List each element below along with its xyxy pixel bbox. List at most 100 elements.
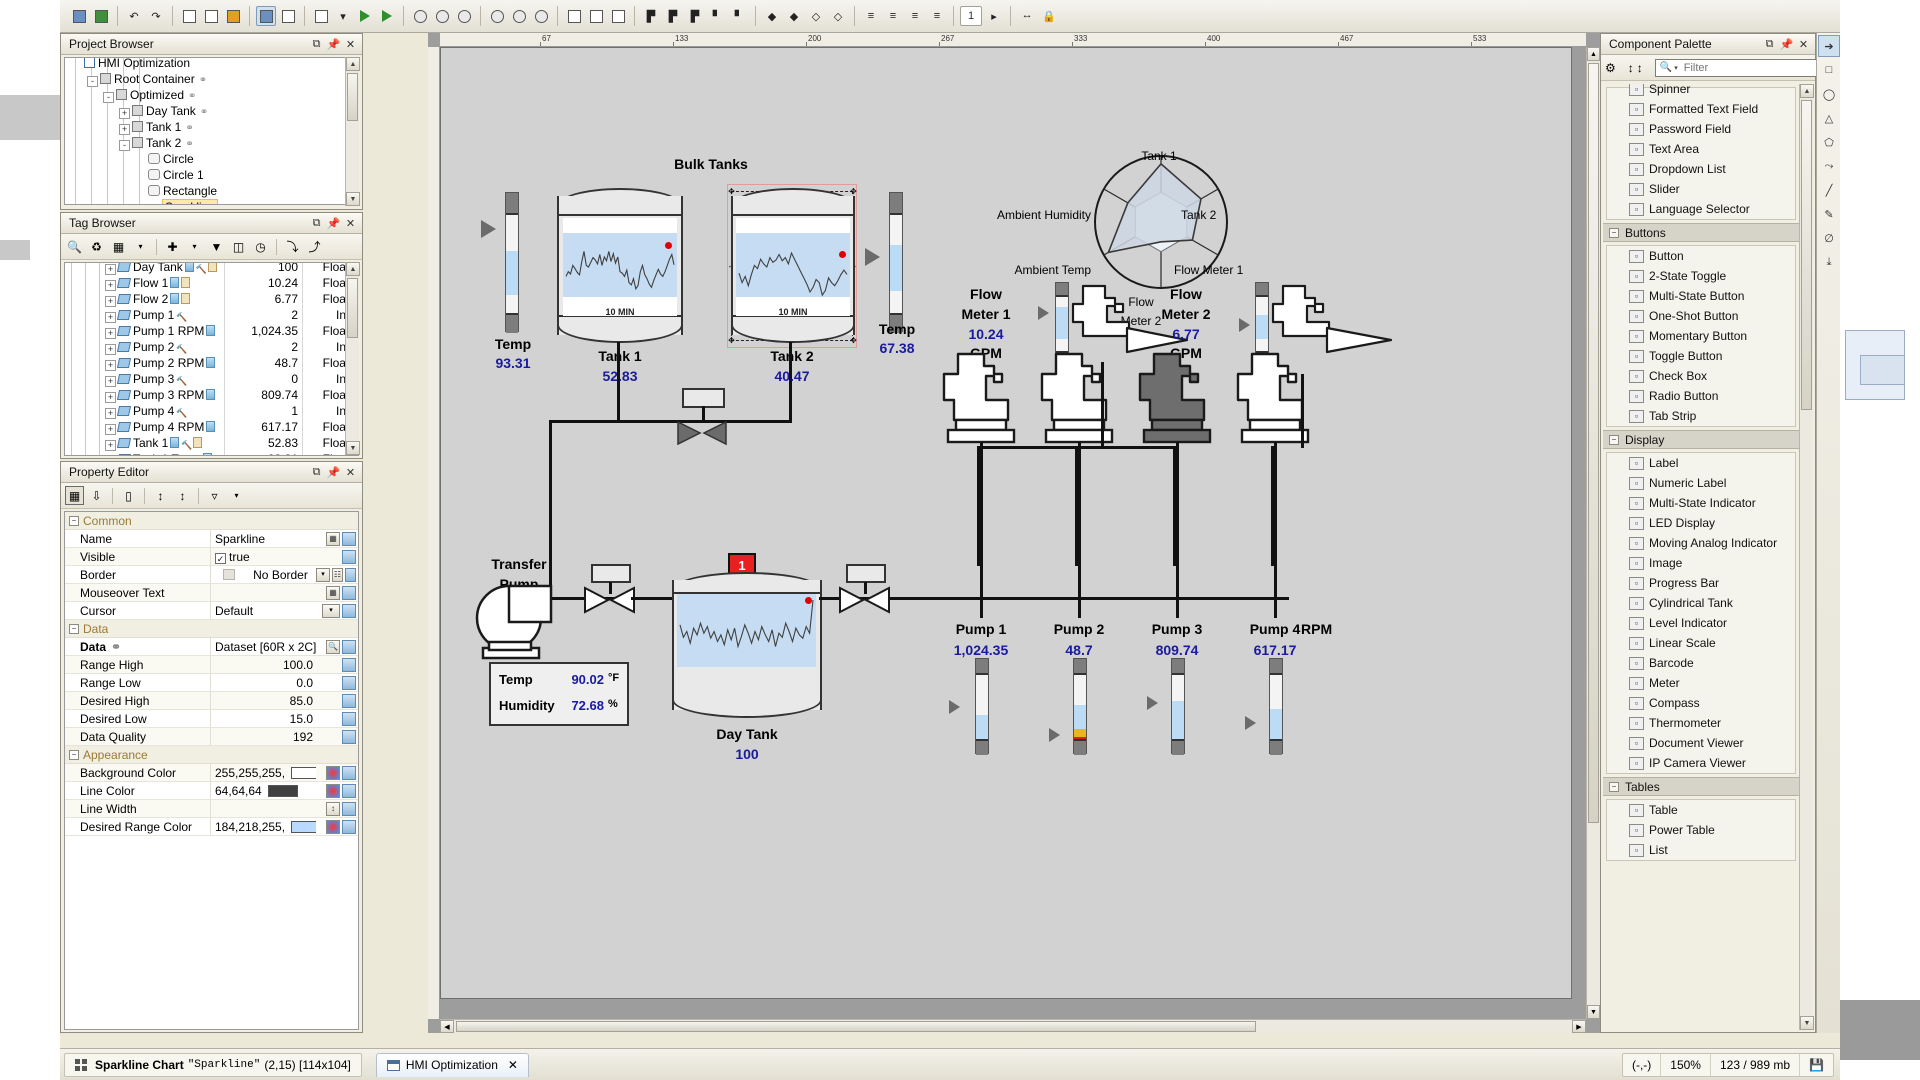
pipe-tool-icon[interactable]: ⤓ [1818,251,1840,273]
tree-expander[interactable]: + [119,124,130,135]
property-group-header[interactable]: − Data [65,620,358,638]
tag-expander[interactable]: + [105,312,116,323]
scroll-down-icon[interactable]: ▼ [1800,1016,1814,1030]
tag-row[interactable]: +Pump 4🔨1Int4 [65,403,358,419]
palette-item-text-area[interactable]: ▫ Text Area [1607,139,1795,159]
property-row[interactable]: Range High 100.0 [65,656,358,674]
tag-expander[interactable]: + [105,296,116,307]
tag-row[interactable]: +Pump 1🔨2Int4 [65,307,358,323]
tag-row[interactable]: +Pump 2🔨2Int4 [65,339,358,355]
tree-expander[interactable]: - [103,92,114,103]
collapse-all-icon[interactable]: ↕ [173,486,192,505]
tree-node[interactable]: - Tank 2 ⚭ [65,135,358,151]
fit-width-icon[interactable]: ↔ [1017,6,1037,26]
add-tag-icon[interactable]: ✚ [163,237,182,256]
tag-row[interactable]: + Tank 1 🔨 52.83 Float8 [65,435,358,451]
scroll-left-icon[interactable]: ◀ [440,1020,454,1033]
property-value-cell[interactable]: Default [210,602,316,619]
close-tab-icon[interactable]: ✕ [508,1058,518,1072]
property-row[interactable]: Visible ✓ true [65,548,358,566]
scroll-down-icon[interactable]: ▼ [346,192,360,206]
palette-templates-icon[interactable]: ⚙ [1605,58,1616,77]
palette-filter-input[interactable] [1681,60,1828,75]
property-row[interactable]: Range Low 0.0 [65,674,358,692]
palette-scrollbar[interactable]: ▲ ▼ [1799,84,1814,1030]
tag-expander[interactable]: + [105,264,116,275]
property-value-cell[interactable]: 15.0 [210,710,316,727]
tag-expander[interactable]: + [105,280,116,291]
space-v-icon[interactable]: ≡ [883,6,903,26]
property-value-cell[interactable]: No Border [210,566,316,583]
canvas-vscroll-thumb[interactable] [1588,63,1599,823]
property-binding-icon[interactable] [345,567,356,582]
property-value-cell[interactable]: Sparkline [210,530,316,547]
day-tank-sparkline-chart[interactable] [677,594,816,689]
palette-item-progress-bar[interactable]: ▫ Progress Bar [1607,573,1795,593]
paste-icon[interactable] [223,6,243,26]
tree-node[interactable]: ∿Sparkline⚭ [65,199,358,204]
path-tool-icon[interactable]: ⤳ [1818,155,1840,177]
palette-group-tables[interactable]: − Tables [1603,777,1799,796]
palette-item-ip-camera-viewer[interactable]: ▫ IP Camera Viewer [1607,753,1795,773]
palette-item-linear-scale[interactable]: ▫ Linear Scale [1607,633,1795,653]
pointer-tool-icon[interactable]: ➔ [1818,35,1840,57]
palette-item-list[interactable]: ▫ List [1607,840,1795,860]
property-binding-icon[interactable] [342,693,356,708]
group-icon[interactable]: ◇ [806,6,826,26]
tag-row[interactable]: +Tank 1 Temp93.31Float8 [65,451,358,455]
align-right-icon[interactable]: ▛ [685,6,705,26]
scroll-thumb[interactable] [347,73,358,121]
cut-icon[interactable] [179,6,199,26]
pen-tool-icon[interactable]: ✎ [1818,203,1840,225]
color-picker-icon[interactable] [326,783,340,798]
palette-item-language-selector[interactable]: ▫ Language Selector [1607,199,1795,219]
color-picker-icon[interactable] [326,819,340,834]
window-dropdown-icon[interactable]: ▾ [333,6,353,26]
tag-row[interactable]: + Flow 1 10.24 Float8 [65,275,358,291]
scroll-up-icon[interactable]: ▲ [346,262,360,276]
scroll-up-icon[interactable]: ▲ [346,57,360,71]
tank2-sparkline-chart[interactable]: 10 MIN [736,218,850,316]
tree-node[interactable]: - Root Container ⚭ [65,71,358,87]
palette-item-barcode[interactable]: ▫ Barcode [1607,653,1795,673]
property-value-cell[interactable]: 85.0 [210,692,316,709]
spinner-icon[interactable]: ↕ [326,801,340,816]
zoom-fit-icon[interactable] [531,6,551,26]
palette-item-check-box[interactable]: ▫ Check Box [1607,366,1795,386]
property-binding-icon[interactable] [342,549,356,564]
float-icon[interactable]: ⧉ [309,216,324,231]
history-icon[interactable]: ◷ [251,237,270,256]
grid-icon[interactable] [564,6,584,26]
palette-item-slider[interactable]: ▫ Slider [1607,179,1795,199]
dataset-edit-icon[interactable]: 🔍 [326,639,340,654]
tree-node[interactable]: + Day Tank ⚭ [65,103,358,119]
float-icon[interactable]: ⧉ [309,37,324,52]
refresh-tags-icon[interactable]: ♻ [87,237,106,256]
match-size-icon[interactable]: ≡ [927,6,947,26]
align-center-icon[interactable]: ▛ [663,6,683,26]
palette-item-multi-state-indicator[interactable]: ▫ Multi-State Indicator [1607,493,1795,513]
zoom-level-value[interactable]: 1 [960,6,982,26]
palette-item-label[interactable]: ▫ Label [1607,453,1795,473]
import-tags-icon[interactable]: ⤵ [283,237,302,256]
sort-alpha-icon[interactable]: ⇩ [87,486,106,505]
hmi-window-canvas[interactable]: Bulk Tanks Temp 93.31 10 MIN Tank 1 ✥ ✥ … [440,47,1572,999]
triangle-tool-icon[interactable]: △ [1818,107,1840,129]
color-picker-icon[interactable] [326,765,340,780]
palette-item-table[interactable]: ▫ Table [1607,800,1795,820]
property-binding-icon[interactable] [342,819,356,834]
tag-row[interactable]: + Flow 2 6.77 Float8 [65,291,358,307]
order-front-icon[interactable]: ◆ [762,6,782,26]
property-value-cell[interactable]: ✓ true [210,548,316,565]
reload-icon[interactable] [432,6,452,26]
tag-expander[interactable]: + [105,440,116,451]
group-collapse-icon[interactable]: − [1609,781,1619,792]
float-icon[interactable]: ⧉ [309,465,324,480]
property-binding-icon[interactable] [342,585,356,600]
group-collapse-icon[interactable]: − [69,624,79,634]
group-collapse-icon[interactable]: − [69,516,79,526]
property-dropdown-icon[interactable]: ▾ [316,567,330,582]
property-group-header[interactable]: − Common [65,512,358,530]
scroll-up-icon[interactable]: ▲ [1800,84,1814,98]
property-value-cell[interactable] [210,800,316,817]
